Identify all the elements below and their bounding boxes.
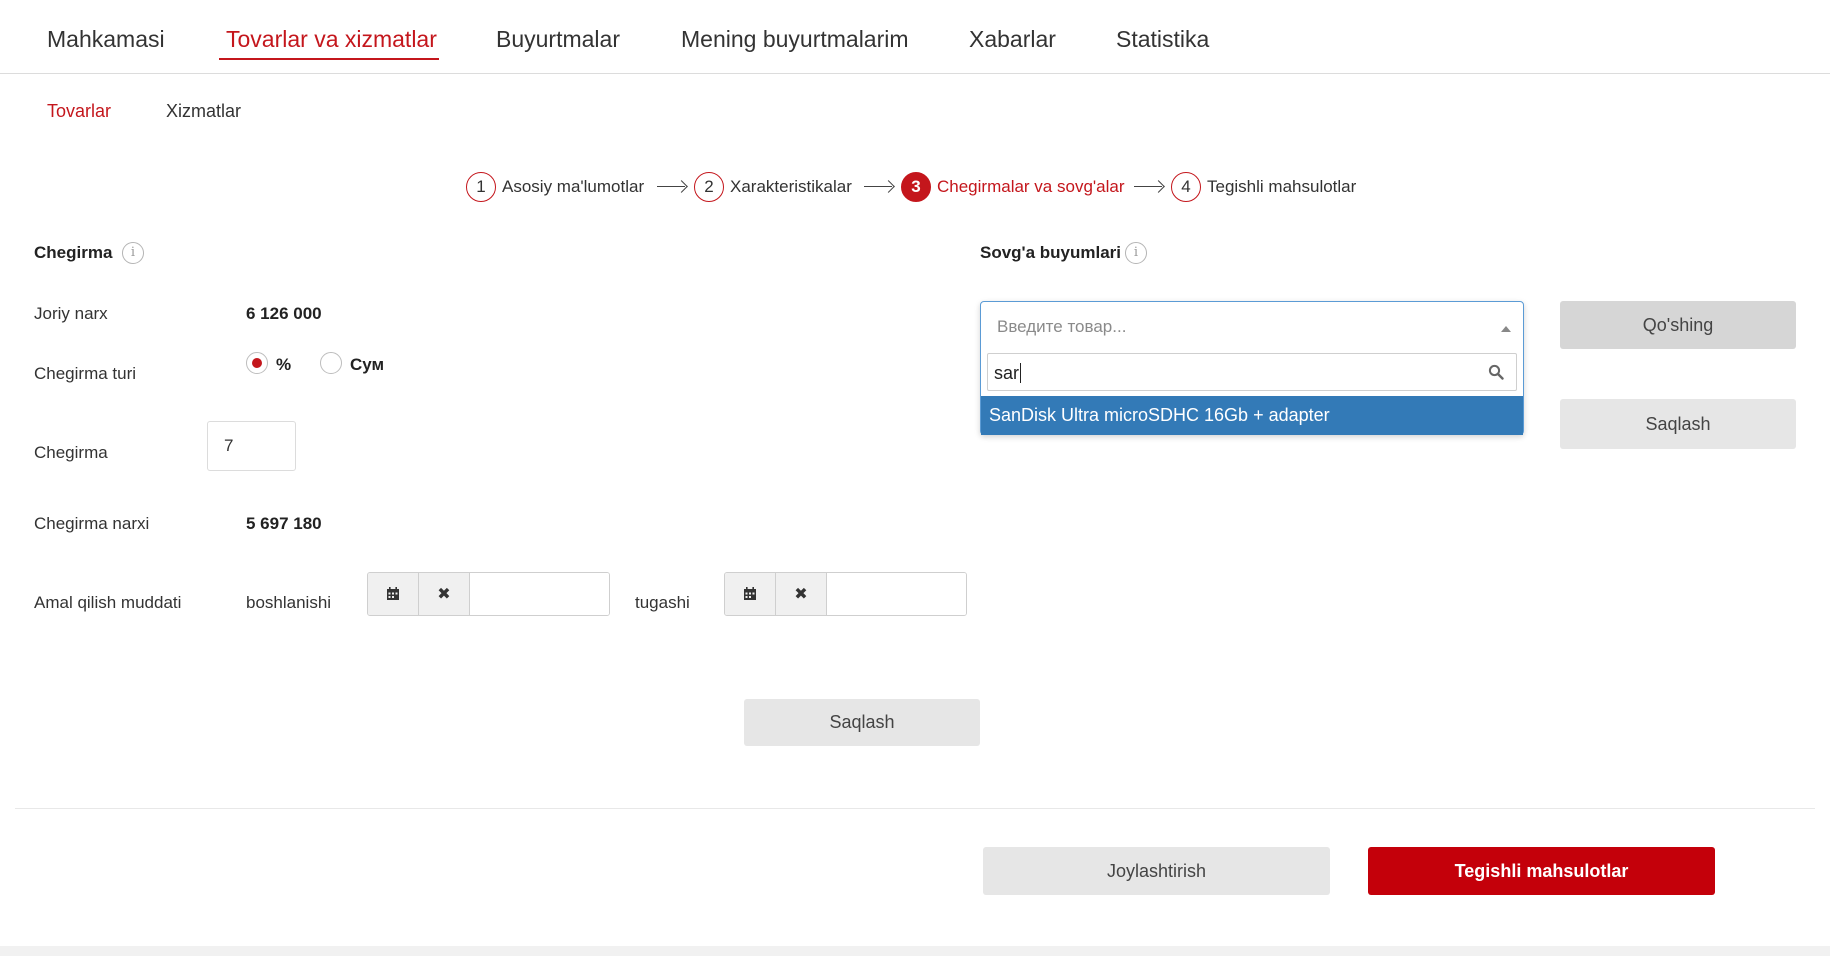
discount-amount-label: Chegirma bbox=[34, 443, 108, 462]
discount-save-button[interactable]: Saqlash bbox=[744, 699, 980, 746]
select-option-highlighted[interactable]: SanDisk Ultra microSDHC 16Gb + adapter bbox=[981, 396, 1523, 435]
gifts-save-button[interactable]: Saqlash bbox=[1560, 399, 1796, 449]
nav-statistika[interactable]: Statistika bbox=[1116, 26, 1209, 53]
top-navigation: Mahkamasi Tovarlar va xizmatlar Buyurtma… bbox=[0, 0, 1830, 74]
end-date-label: tugashi bbox=[635, 593, 690, 612]
related-products-button[interactable]: Tegishli mahsulotlar bbox=[1368, 847, 1715, 895]
step-3-number[interactable]: 3 bbox=[901, 172, 931, 202]
current-price-value: 6 126 000 bbox=[246, 304, 322, 323]
start-date-input[interactable] bbox=[470, 573, 609, 615]
radio-sum-label: Сум bbox=[350, 355, 385, 374]
calendar-icon[interactable] bbox=[368, 573, 419, 615]
discount-price-value: 5 697 180 bbox=[246, 514, 322, 533]
step-3-label[interactable]: Chegirmalar va sovg'alar bbox=[937, 177, 1125, 197]
footer-strip bbox=[0, 946, 1830, 956]
radio-percent[interactable] bbox=[246, 352, 268, 374]
nav-tovarlar-va-xizmatlar[interactable]: Tovarlar va xizmatlar bbox=[226, 26, 437, 53]
step-2-label[interactable]: Xarakteristikalar bbox=[730, 177, 852, 197]
current-price-label: Joriy narx bbox=[34, 304, 108, 323]
nav-buyurtmalar[interactable]: Buyurtmalar bbox=[496, 26, 620, 53]
step-4-label[interactable]: Tegishli mahsulotlar bbox=[1207, 177, 1356, 197]
end-date-input[interactable] bbox=[827, 573, 966, 615]
divider bbox=[15, 808, 1815, 809]
step-arrow-icon bbox=[657, 186, 685, 187]
clear-icon[interactable]: ✖ bbox=[419, 573, 470, 615]
select-search-value: sar bbox=[994, 363, 1020, 383]
validity-period-label: Amal qilish muddati bbox=[34, 593, 182, 612]
gifts-title: Sovg'a buyumlari bbox=[980, 243, 1122, 262]
nav-mahkamasi[interactable]: Mahkamasi bbox=[47, 26, 165, 53]
info-icon[interactable]: i bbox=[122, 242, 144, 264]
start-date-group: ✖ bbox=[367, 572, 610, 616]
info-icon[interactable]: i bbox=[1125, 242, 1147, 264]
select-search-input[interactable]: sar bbox=[987, 353, 1517, 391]
step-arrow-icon bbox=[864, 186, 892, 187]
radio-percent-label: % bbox=[276, 355, 292, 374]
chevron-up-icon[interactable] bbox=[1501, 326, 1511, 332]
discount-title: Chegirma bbox=[34, 243, 113, 262]
gift-product-select[interactable]: Введите товар... sar SanDisk Ultra micro… bbox=[980, 301, 1524, 435]
active-nav-underline bbox=[219, 58, 439, 60]
search-icon bbox=[1488, 364, 1504, 380]
subnav-xizmatlar[interactable]: Xizmatlar bbox=[166, 101, 241, 122]
nav-mening-buyurtmalarim[interactable]: Mening buyurtmalarim bbox=[681, 26, 909, 53]
select-placeholder: Введите товар... bbox=[997, 317, 1127, 336]
nav-xabarlar[interactable]: Xabarlar bbox=[969, 26, 1056, 53]
radio-sum[interactable] bbox=[320, 352, 342, 374]
step-2-number[interactable]: 2 bbox=[694, 172, 724, 202]
subnav-tovarlar[interactable]: Tovarlar bbox=[47, 101, 111, 122]
clear-icon[interactable]: ✖ bbox=[776, 573, 827, 615]
discount-amount-input[interactable]: 7 bbox=[207, 421, 296, 471]
place-button[interactable]: Joylashtirish bbox=[983, 847, 1330, 895]
discount-price-label: Chegirma narxi bbox=[34, 514, 150, 533]
step-4-number[interactable]: 4 bbox=[1171, 172, 1201, 202]
step-1-label[interactable]: Asosiy ma'lumotlar bbox=[502, 177, 644, 197]
step-1-number[interactable]: 1 bbox=[466, 172, 496, 202]
add-gift-button[interactable]: Qo'shing bbox=[1560, 301, 1796, 349]
step-arrow-icon bbox=[1134, 186, 1162, 187]
calendar-icon[interactable] bbox=[725, 573, 776, 615]
start-date-label: boshlanishi bbox=[246, 593, 332, 612]
end-date-group: ✖ bbox=[724, 572, 967, 616]
discount-type-label: Chegirma turi bbox=[34, 364, 137, 383]
